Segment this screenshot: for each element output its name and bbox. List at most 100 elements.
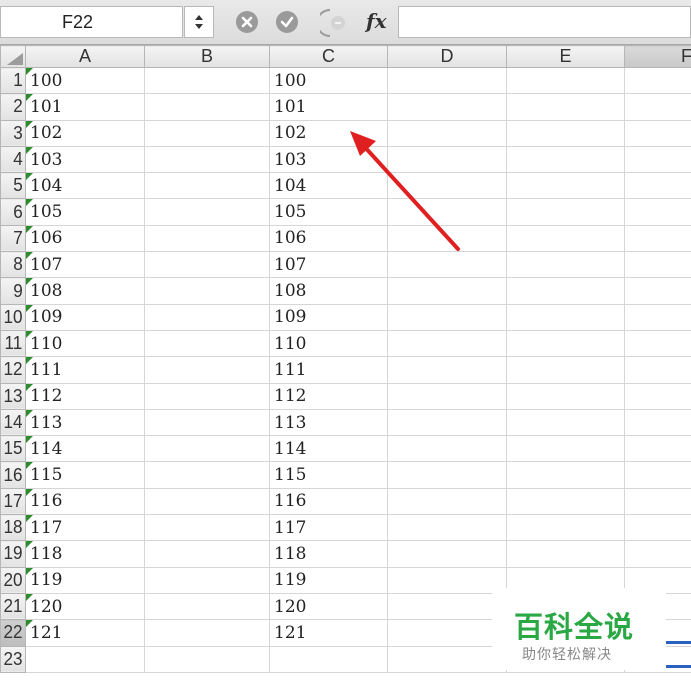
cell-a[interactable]: 102	[25, 119, 145, 147]
cell-d[interactable]	[387, 172, 507, 200]
cell-e[interactable]	[506, 329, 625, 358]
cell-c[interactable]: 106	[269, 224, 388, 253]
cell-c[interactable]: 110	[269, 329, 388, 358]
cell-f[interactable]	[624, 435, 691, 463]
column-header-e[interactable]: E	[506, 45, 625, 68]
cell-f[interactable]	[624, 198, 691, 226]
column-header-b[interactable]: B	[144, 45, 270, 68]
formula-input[interactable]	[398, 6, 691, 38]
row-header[interactable]: 16	[0, 461, 26, 489]
column-header-a[interactable]: A	[25, 45, 145, 68]
cell-d[interactable]	[387, 514, 507, 542]
cell-f[interactable]	[624, 461, 691, 489]
cell-c[interactable]: 105	[269, 198, 388, 226]
row-header[interactable]: 8	[0, 251, 26, 279]
row-header[interactable]: 21	[0, 592, 26, 621]
cell-a[interactable]: 110	[25, 329, 145, 358]
cell-b[interactable]	[144, 566, 270, 594]
cell-c[interactable]: 117	[269, 514, 388, 542]
cell-f[interactable]	[624, 382, 691, 410]
cell-b[interactable]	[144, 619, 270, 647]
row-header[interactable]: 3	[0, 119, 26, 147]
cell-a[interactable]	[25, 645, 145, 673]
cell-a[interactable]: 104	[25, 172, 145, 200]
cell-e[interactable]	[506, 435, 625, 463]
row-header[interactable]: 17	[0, 487, 26, 516]
cell-d[interactable]	[387, 592, 507, 621]
cell-e[interactable]	[506, 198, 625, 226]
cell-c[interactable]: 111	[269, 356, 388, 384]
row-header[interactable]: 9	[0, 277, 26, 305]
cell-d[interactable]	[387, 566, 507, 594]
cell-e[interactable]	[506, 461, 625, 489]
row-header[interactable]: 4	[0, 145, 26, 174]
cell-a[interactable]: 112	[25, 382, 145, 410]
cell-b[interactable]	[144, 329, 270, 358]
row-header[interactable]: 1	[0, 66, 26, 95]
cell-e[interactable]	[506, 382, 625, 410]
cell-d[interactable]	[387, 119, 507, 147]
row-header[interactable]: 15	[0, 435, 26, 463]
cell-c[interactable]: 118	[269, 540, 388, 568]
cell-d[interactable]	[387, 224, 507, 253]
cell-d[interactable]	[387, 251, 507, 279]
cell-e[interactable]	[506, 93, 625, 121]
cell-f[interactable]	[624, 329, 691, 358]
cell-c[interactable]: 113	[269, 408, 388, 437]
row-header[interactable]: 7	[0, 224, 26, 253]
cell-e[interactable]	[506, 303, 625, 331]
cell-a[interactable]: 107	[25, 251, 145, 279]
cell-f[interactable]	[624, 93, 691, 121]
cell-a[interactable]: 100	[25, 66, 145, 95]
name-box[interactable]: F22	[0, 6, 183, 38]
cell-c[interactable]: 108	[269, 277, 388, 305]
cell-d[interactable]	[387, 540, 507, 568]
insert-function-button[interactable]: fx	[320, 8, 396, 38]
cell-a[interactable]: 113	[25, 408, 145, 437]
cell-d[interactable]	[387, 382, 507, 410]
column-header-c[interactable]: C	[269, 45, 388, 68]
cell-e[interactable]	[506, 145, 625, 174]
cell-f[interactable]	[624, 277, 691, 305]
cell-b[interactable]	[144, 224, 270, 253]
cell-d[interactable]	[387, 408, 507, 437]
name-box-stepper[interactable]	[184, 6, 214, 38]
cell-a[interactable]: 111	[25, 356, 145, 384]
cell-c[interactable]: 121	[269, 619, 388, 647]
cell-b[interactable]	[144, 145, 270, 174]
cell-c[interactable]: 120	[269, 592, 388, 621]
row-header[interactable]: 12	[0, 356, 26, 384]
cell-b[interactable]	[144, 540, 270, 568]
row-header[interactable]: 11	[0, 329, 26, 358]
cell-d[interactable]	[387, 461, 507, 489]
cell-d[interactable]	[387, 645, 507, 673]
cell-b[interactable]	[144, 487, 270, 516]
row-header[interactable]: 22	[0, 619, 26, 647]
row-header[interactable]: 14	[0, 408, 26, 437]
cell-b[interactable]	[144, 198, 270, 226]
cell-a[interactable]: 119	[25, 566, 145, 594]
cell-d[interactable]	[387, 93, 507, 121]
cell-b[interactable]	[144, 645, 270, 673]
cell-a[interactable]: 101	[25, 93, 145, 121]
cell-e[interactable]	[506, 251, 625, 279]
cell-c[interactable]: 116	[269, 487, 388, 516]
cell-b[interactable]	[144, 356, 270, 384]
cell-b[interactable]	[144, 303, 270, 331]
cell-a[interactable]: 103	[25, 145, 145, 174]
cell-c[interactable]: 104	[269, 172, 388, 200]
cell-c[interactable]: 114	[269, 435, 388, 463]
cell-d[interactable]	[387, 487, 507, 516]
cell-e[interactable]	[506, 514, 625, 542]
cell-c[interactable]: 100	[269, 66, 388, 95]
cell-d[interactable]	[387, 277, 507, 305]
cell-c[interactable]: 112	[269, 382, 388, 410]
cell-f[interactable]	[624, 356, 691, 384]
cell-b[interactable]	[144, 592, 270, 621]
cell-b[interactable]	[144, 408, 270, 437]
cell-a[interactable]: 106	[25, 224, 145, 253]
cell-d[interactable]	[387, 198, 507, 226]
cell-f[interactable]	[624, 251, 691, 279]
cell-f[interactable]	[624, 487, 691, 516]
cell-a[interactable]: 116	[25, 487, 145, 516]
